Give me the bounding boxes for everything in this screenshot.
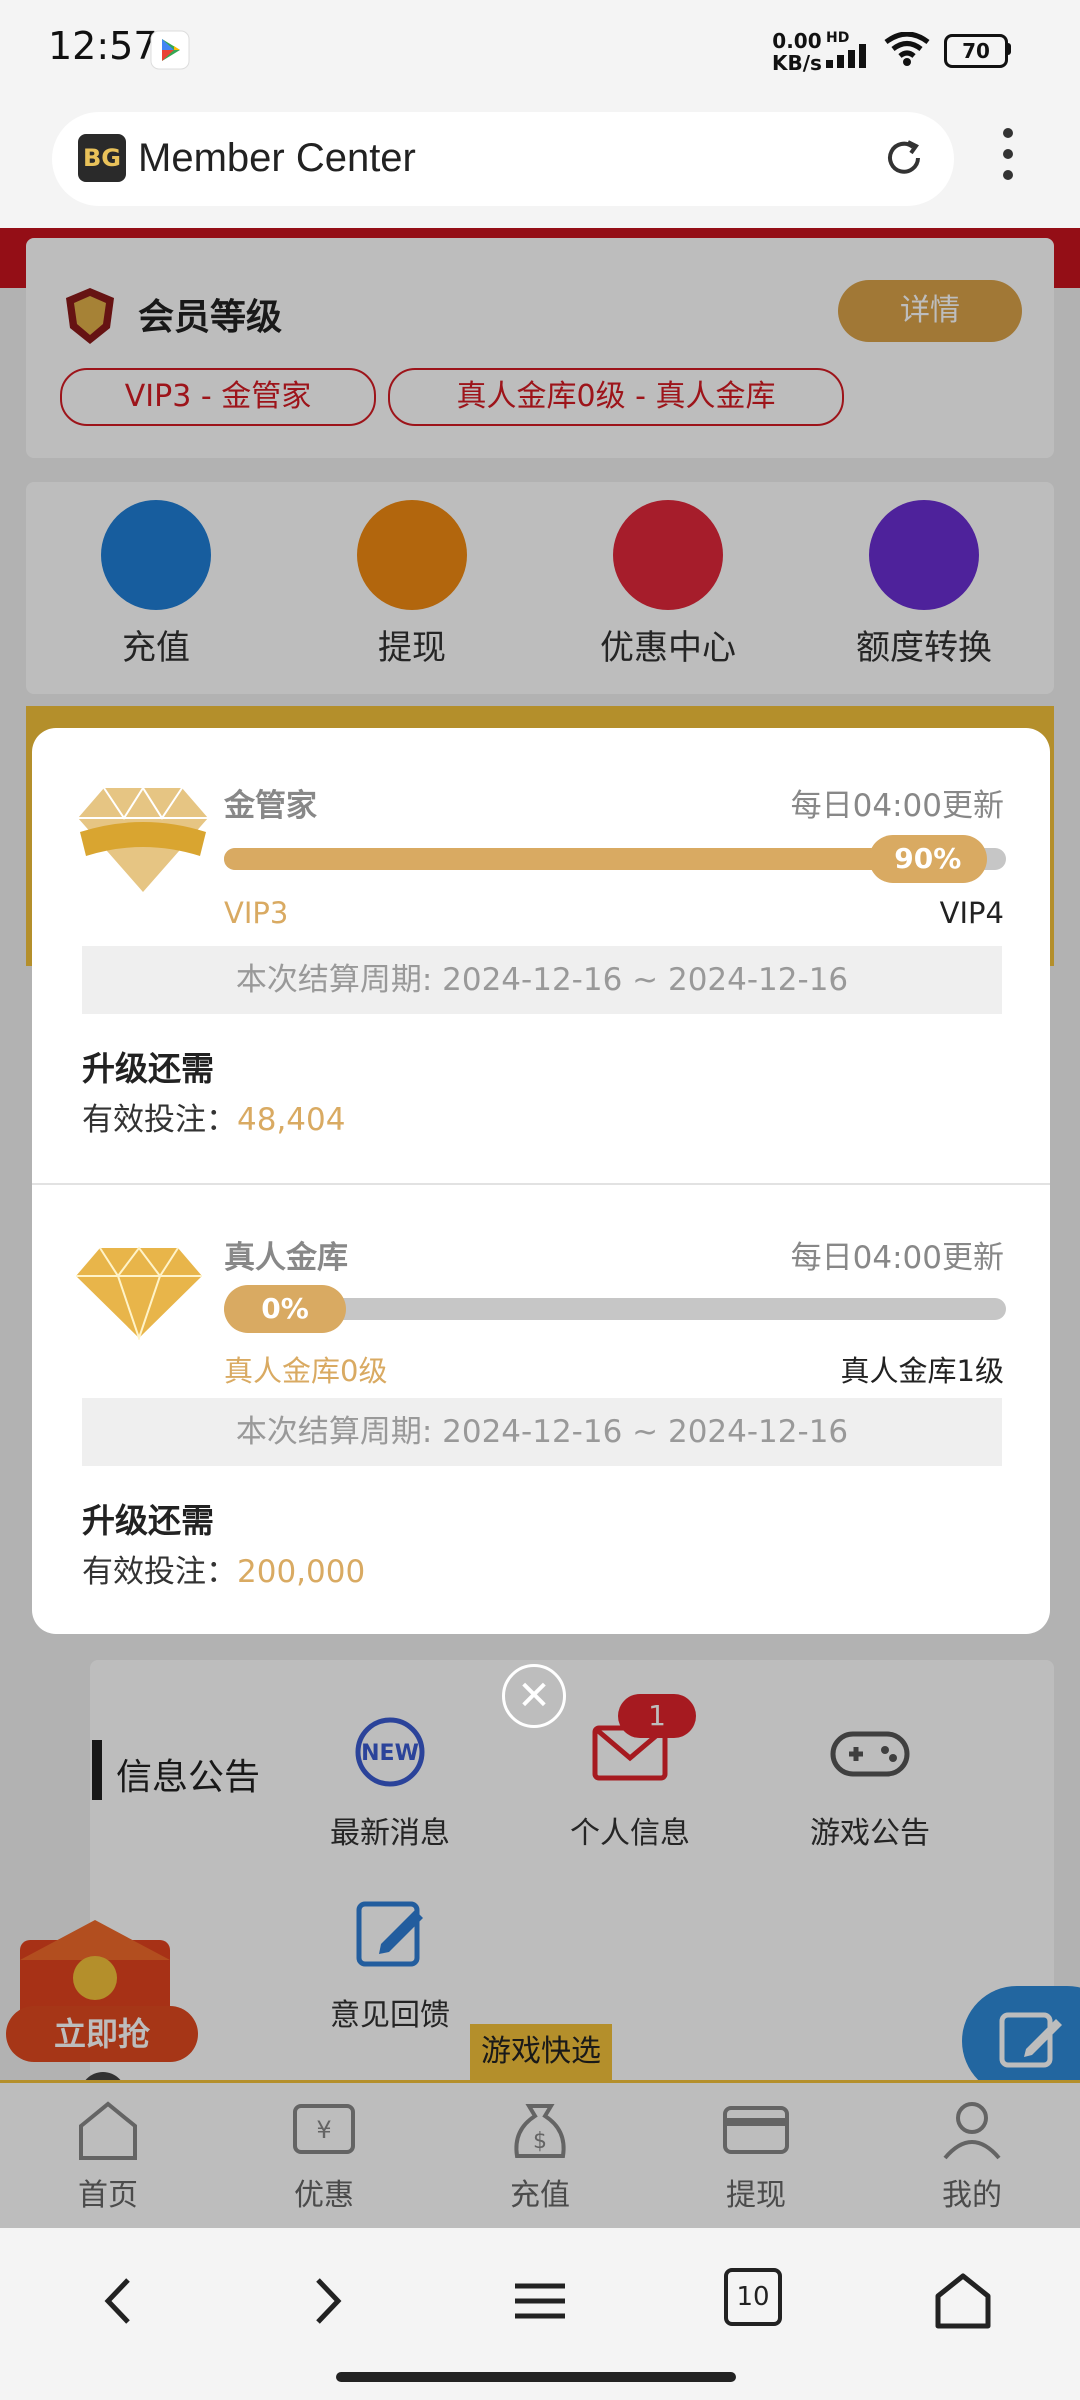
vip-next-level: VIP4 (939, 896, 1004, 930)
vip-upgrade-title: 升级还需 (82, 1049, 214, 1088)
requirement-value: 200,000 (237, 1554, 366, 1590)
vip-diamond-badge-icon (78, 786, 208, 892)
signal-icon (826, 44, 866, 68)
vault-upgrade-requirement: 有效投注：200,000 (82, 1546, 365, 1591)
site-favicon: BG (78, 134, 126, 182)
vault-settlement-period: 本次结算周期: 2024-12-16 ~ 2024-12-16 (82, 1398, 1002, 1466)
vip-progress-percent: 90% (868, 835, 987, 883)
more-menu-icon[interactable] (994, 128, 1022, 188)
section-divider (32, 1183, 1050, 1185)
wifi-icon (884, 32, 930, 66)
section-vault-update-note: 每日04:00更新 (790, 1240, 1004, 1276)
section-vip-update-note: 每日04:00更新 (790, 788, 1004, 824)
tab-switcher-icon[interactable]: 10 (724, 2268, 782, 2326)
section-vip-name: 金管家 (224, 788, 317, 824)
requirement-label: 有效投注： (82, 1554, 237, 1590)
forward-arrow-icon[interactable] (292, 2266, 362, 2336)
home-nav-icon[interactable] (928, 2266, 998, 2336)
section-vault-name: 真人金库 (224, 1240, 348, 1276)
gesture-handle[interactable] (336, 2372, 736, 2382)
play-store-icon (150, 30, 190, 70)
status-time: 12:57 (48, 24, 158, 68)
reload-icon[interactable] (880, 134, 928, 182)
back-arrow-icon[interactable] (84, 2266, 154, 2336)
vip-progress-fill (224, 848, 928, 870)
vault-next-level: 真人金库1级 (840, 1354, 1004, 1388)
menu-icon[interactable] (505, 2266, 575, 2336)
page-title[interactable]: Member Center (138, 134, 416, 182)
battery-tip (1006, 43, 1011, 55)
vault-progress-percent: 0% (224, 1285, 346, 1333)
battery-icon: 70 (944, 34, 1008, 68)
vip-settlement-period: 本次结算周期: 2024-12-16 ~ 2024-12-16 (82, 946, 1002, 1014)
vip-upgrade-requirement: 有效投注：48,404 (82, 1094, 345, 1139)
requirement-label: 有效投注： (82, 1102, 237, 1138)
modal-close-icon[interactable]: ✕ (502, 1664, 566, 1728)
gold-diamond-icon (76, 1246, 202, 1340)
net-speed: 0.00 KB/s (772, 29, 822, 75)
vault-current-level: 真人金库0级 (224, 1354, 388, 1388)
requirement-value: 48,404 (237, 1102, 346, 1138)
vip-current-level: VIP3 (224, 896, 289, 930)
vault-upgrade-title: 升级还需 (82, 1501, 214, 1540)
